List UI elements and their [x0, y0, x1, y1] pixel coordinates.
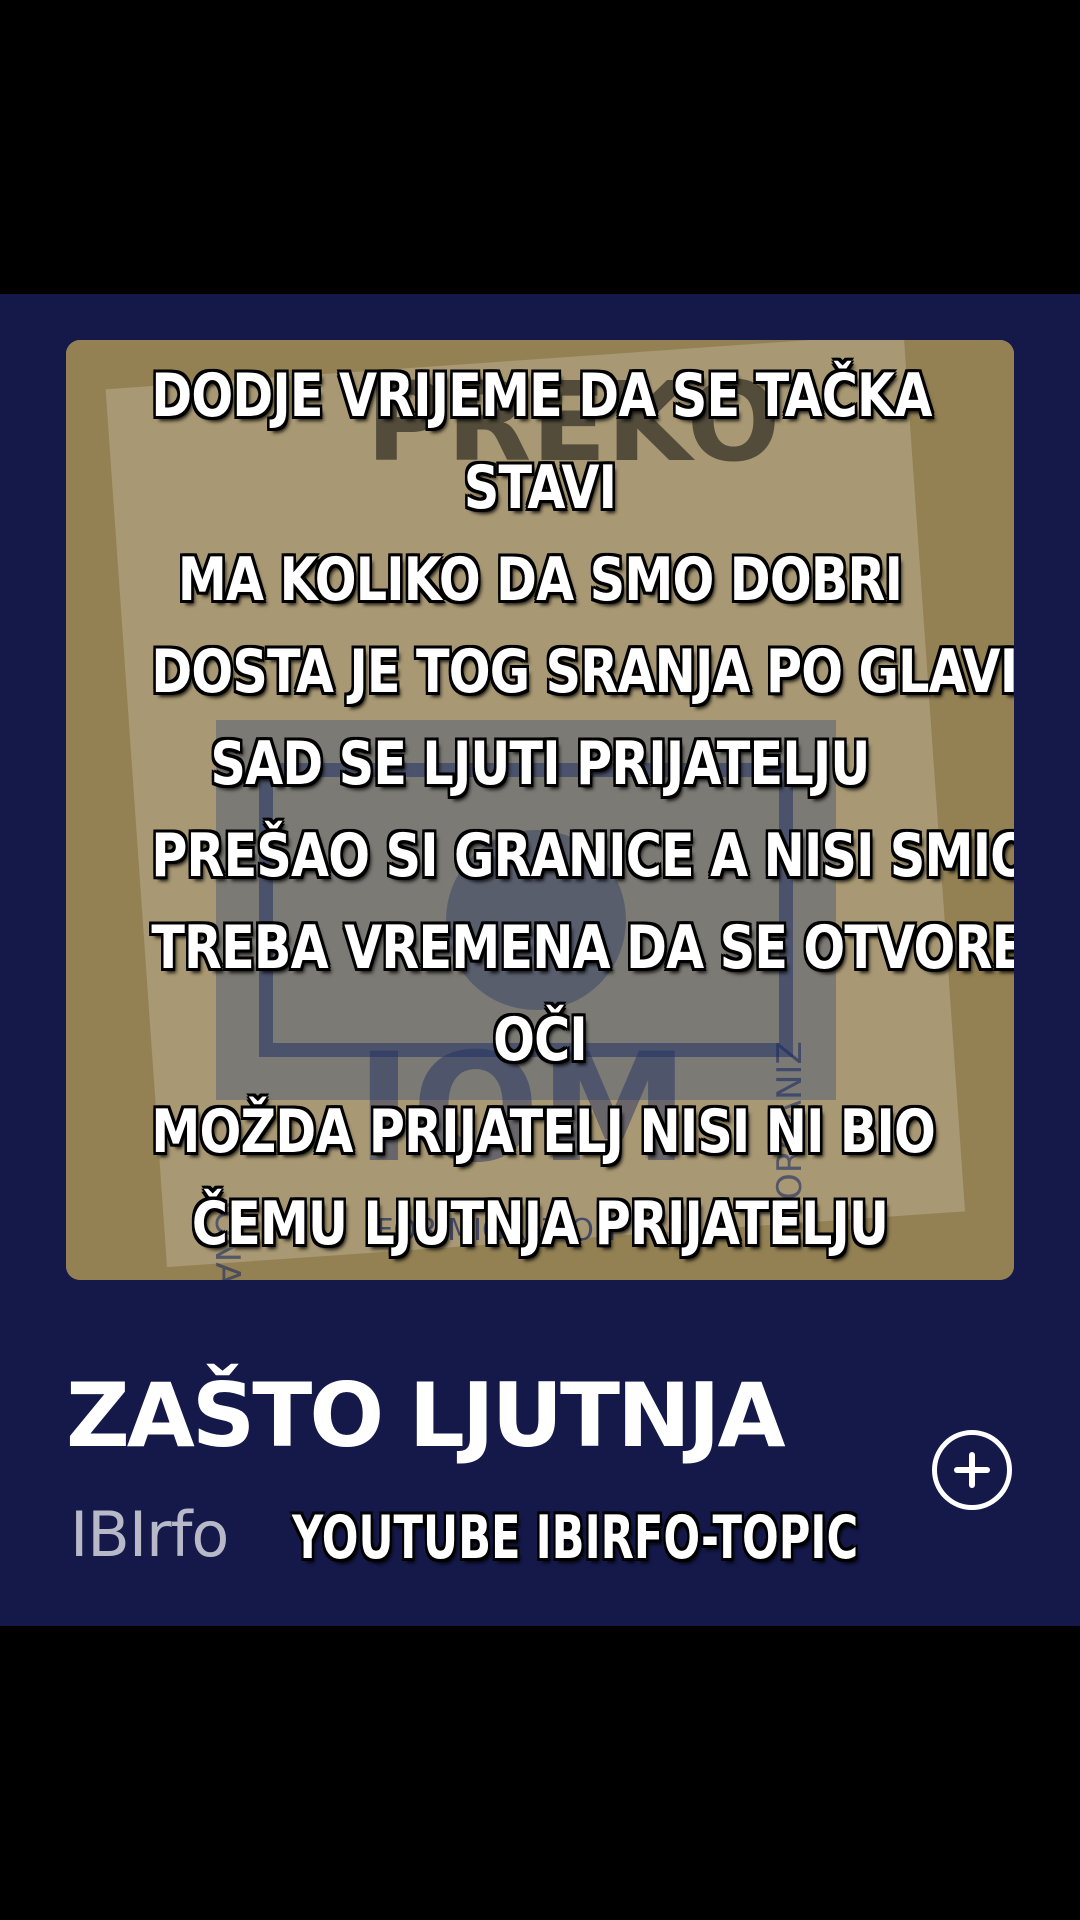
- screen: PREKO FOR MIGRATION IOM ORGANIZ IONAL Do…: [0, 0, 1080, 1920]
- lyrics-overlay: Dodje vrijeme da se tačka stavi Ma kolik…: [151, 350, 1014, 1270]
- album-artwork: PREKO FOR MIGRATION IOM ORGANIZ IONAL Do…: [66, 340, 1014, 1280]
- lyric-line: Možda prijatelj nisi ni bio: [151, 1097, 936, 1167]
- lyric-line: Sad se ljuti prijatelju: [210, 729, 871, 799]
- lyric-line: Prešao si granice a nisi smio: [151, 821, 1014, 891]
- lyric-line: Dodje vrijeme da se tačka: [151, 361, 932, 431]
- lyric-line: Dosta je tog sranja po glavi: [151, 637, 1014, 707]
- music-card: PREKO FOR MIGRATION IOM ORGANIZ IONAL Do…: [0, 294, 1080, 1626]
- plus-circle-icon[interactable]: [932, 1430, 1012, 1510]
- lyric-line: Čemu ljutnja prijatelju: [191, 1189, 889, 1259]
- lyric-line: Ma koliko da smo dobri: [177, 545, 903, 615]
- lyric-line: stavi: [463, 453, 617, 523]
- lyric-line: oči: [493, 1005, 588, 1075]
- channel-overlay-text: Youtube IBIrfo-Topic: [292, 1503, 859, 1573]
- lyric-line: Treba vremena da se otvore: [151, 913, 1014, 983]
- song-title: ZAŠTO LJUTNJA: [66, 1364, 786, 1467]
- artist-name[interactable]: IBIrfo: [70, 1498, 229, 1571]
